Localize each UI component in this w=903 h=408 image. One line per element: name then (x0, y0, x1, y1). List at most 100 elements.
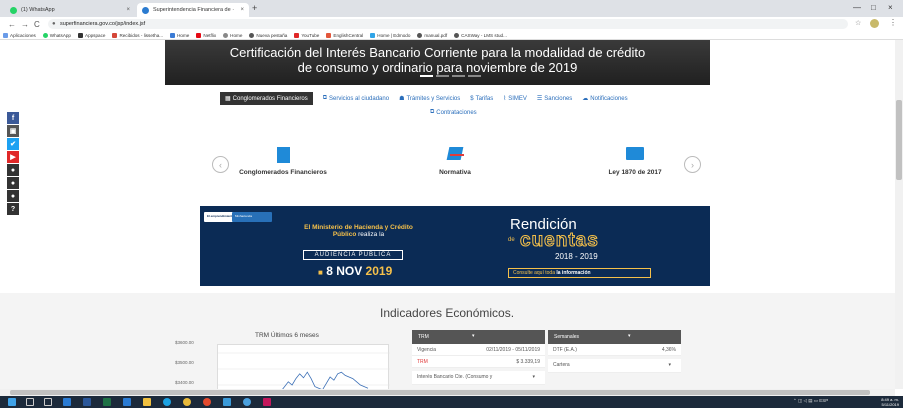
scroll-thumb[interactable] (10, 390, 870, 395)
reload-icon[interactable]: C (34, 20, 40, 29)
forward-arrow-icon[interactable]: → (21, 20, 29, 29)
trm-line-svg (218, 352, 390, 389)
bookmarks-bar: Aplicaciones WhatsApp Appspace Recibidos… (0, 31, 903, 40)
external-icon: ⧉ (322, 95, 328, 101)
cloud-icon: ☁ (582, 96, 589, 102)
carousel-prev-button[interactable]: ‹ (212, 156, 229, 173)
menu-item-contrataciones[interactable]: ⧉ Contrataciones (430, 109, 477, 116)
menu-item-tarifas[interactable]: $ Tarifas (470, 96, 493, 102)
app-icon[interactable] (203, 398, 211, 406)
bookmark-item[interactable]: YouTube (294, 32, 319, 38)
rendicion-cuentas-banner[interactable]: El emprendimiento es de todos Minhaciend… (200, 206, 710, 286)
bookmark-item[interactable]: Home (223, 32, 242, 38)
menu-item-tramites[interactable]: ☗ Trámites y Servicios (399, 95, 460, 103)
clock[interactable]: 8:49 a. m. 5/11/2019 (869, 397, 899, 407)
table-row: Vigencia 02/11/2019 - 05/11/2019 (412, 344, 545, 356)
mail-icon[interactable] (123, 398, 131, 406)
maximize-button[interactable]: □ (871, 3, 876, 12)
explorer-icon[interactable] (143, 398, 151, 406)
menu-item-servicios[interactable]: ⧉ Servicios al ciudadano (323, 95, 389, 102)
event-date: ■ 8 NOV 2019 (318, 264, 393, 278)
app-icon[interactable] (223, 398, 231, 406)
whatsapp-icon (42, 32, 48, 38)
bookmark-item[interactable]: CASWay - LMS stud... (454, 32, 507, 38)
edge-icon[interactable] (63, 398, 71, 406)
bookmark-item[interactable]: Appspace (78, 32, 105, 38)
scroll-thumb[interactable] (896, 100, 902, 180)
slider-dot[interactable] (452, 75, 465, 77)
system-tray[interactable]: ⌃ ◫ ◁ ▤ ▭ ESP (793, 398, 828, 404)
ie-icon[interactable] (163, 398, 171, 406)
start-icon[interactable] (8, 398, 16, 406)
comment-icon[interactable]: ● (7, 177, 19, 189)
carousel-item-conglomerados[interactable]: Conglomerados Financieros (228, 147, 338, 176)
powerpoint-icon[interactable] (263, 398, 271, 406)
close-icon[interactable]: × (126, 7, 130, 13)
trm-dropdown[interactable]: TRM ▾ (412, 330, 545, 344)
twitter-icon[interactable]: ✔ (7, 138, 19, 150)
bookmark-item[interactable]: manual.pdf (417, 32, 447, 38)
menu-item-conglomerados[interactable]: ▦ Conglomerados Financieros (220, 92, 313, 105)
bookmark-item[interactable]: Nueva pestaña (249, 32, 287, 38)
caret-down-icon: ▾ (472, 333, 475, 339)
word-icon[interactable] (83, 398, 91, 406)
consulta-link[interactable]: Consulte aquí toda la información (508, 268, 651, 278)
task-view-icon[interactable] (44, 398, 52, 406)
caret-down-icon: ▾ (628, 333, 631, 339)
bookmark-item[interactable]: Home (170, 32, 189, 38)
trm-series-line (282, 371, 369, 389)
browser-menu-icon[interactable]: ⋮ (889, 18, 897, 27)
instagram-icon[interactable]: ▣ (7, 125, 19, 137)
minimize-button[interactable]: — (853, 3, 861, 12)
interes-dropdown[interactable]: Interés Bancario Cte. (Consumo y ▾ (412, 371, 545, 385)
close-window-button[interactable]: × (888, 3, 893, 12)
tab-superfinanciera[interactable]: Superintendencia Financiera de · × (137, 3, 249, 17)
menu-item-simev[interactable]: ⌇ SIMEV (503, 95, 527, 103)
excel-icon[interactable] (103, 398, 111, 406)
slider-dot[interactable] (420, 75, 433, 77)
minhacienda-tag: Minhacienda (232, 212, 272, 222)
cartera-dropdown[interactable]: Cartera ▾ (548, 359, 681, 373)
app-icon[interactable] (243, 398, 251, 406)
globe-icon (417, 32, 423, 38)
search-icon[interactable] (26, 398, 34, 406)
slider-dot[interactable] (468, 75, 481, 77)
url-field[interactable]: ● superfinanciera.gov.co/jsp/index.jsf (48, 19, 848, 29)
bookmark-item[interactable]: Home | Edmodo (370, 32, 410, 38)
youtube-icon[interactable]: ▶ (7, 151, 19, 163)
menu-item-notificaciones[interactable]: ☁ Notificaciones (582, 95, 627, 103)
slider-dot[interactable] (436, 75, 449, 77)
bookmark-item[interactable]: Aplicaciones (3, 32, 36, 38)
carousel-item-normativa[interactable]: Normativa (410, 147, 500, 176)
trm-table: TRM ▾ Vigencia 02/11/2019 - 05/11/2019 T… (412, 330, 545, 385)
bookmark-item[interactable]: Recibidos - lissetha... (112, 32, 163, 38)
carousel-next-button[interactable]: › (684, 156, 701, 173)
horizontal-scrollbar[interactable] (0, 389, 895, 396)
chart-title: TRM Últimos 6 meses (255, 332, 319, 339)
semanales-dropdown[interactable]: Semanales ▾ (548, 330, 681, 344)
audiencia-box: AUDIENCIA PÚBLICA (303, 250, 403, 260)
youtube-icon (294, 32, 300, 38)
people-icon[interactable]: ● (7, 190, 19, 202)
new-tab-button[interactable]: + (252, 3, 257, 13)
semanales-table: Semanales ▾ DTF (E.A.) 4,36% Cartera ▾ (548, 330, 681, 373)
vertical-scrollbar[interactable] (895, 40, 903, 389)
carousel-item-ley[interactable]: Ley 1870 de 2017 (590, 147, 680, 176)
bookmark-star-icon[interactable]: ☆ (855, 19, 861, 27)
taskbar: ⌃ ◫ ◁ ▤ ▭ ESP 8:49 a. m. 5/11/2019 (0, 396, 903, 408)
hero-title-line1: Certificación del Interés Bancario Corri… (229, 45, 646, 60)
chrome-icon[interactable] (183, 398, 191, 406)
extension-icon[interactable] (870, 19, 879, 28)
bookmark-item[interactable]: WhatsApp (42, 32, 71, 38)
facebook-icon[interactable]: f (7, 112, 19, 124)
chart-icon: ⌇ (503, 96, 507, 102)
hero-slider[interactable]: Certificación del Interés Bancario Corri… (165, 40, 710, 85)
chat-icon[interactable]: ● (7, 164, 19, 176)
tab-whatsapp[interactable]: (1) WhatsApp × (5, 3, 135, 17)
close-icon[interactable]: × (240, 7, 244, 13)
bookmark-item[interactable]: Netflix (196, 32, 216, 38)
help-icon[interactable]: ? (7, 203, 19, 215)
bookmark-item[interactable]: EnglishCentral (326, 32, 363, 38)
back-arrow-icon[interactable]: ← (8, 20, 16, 29)
menu-item-sanciones[interactable]: ☰ Sanciones (537, 95, 572, 103)
